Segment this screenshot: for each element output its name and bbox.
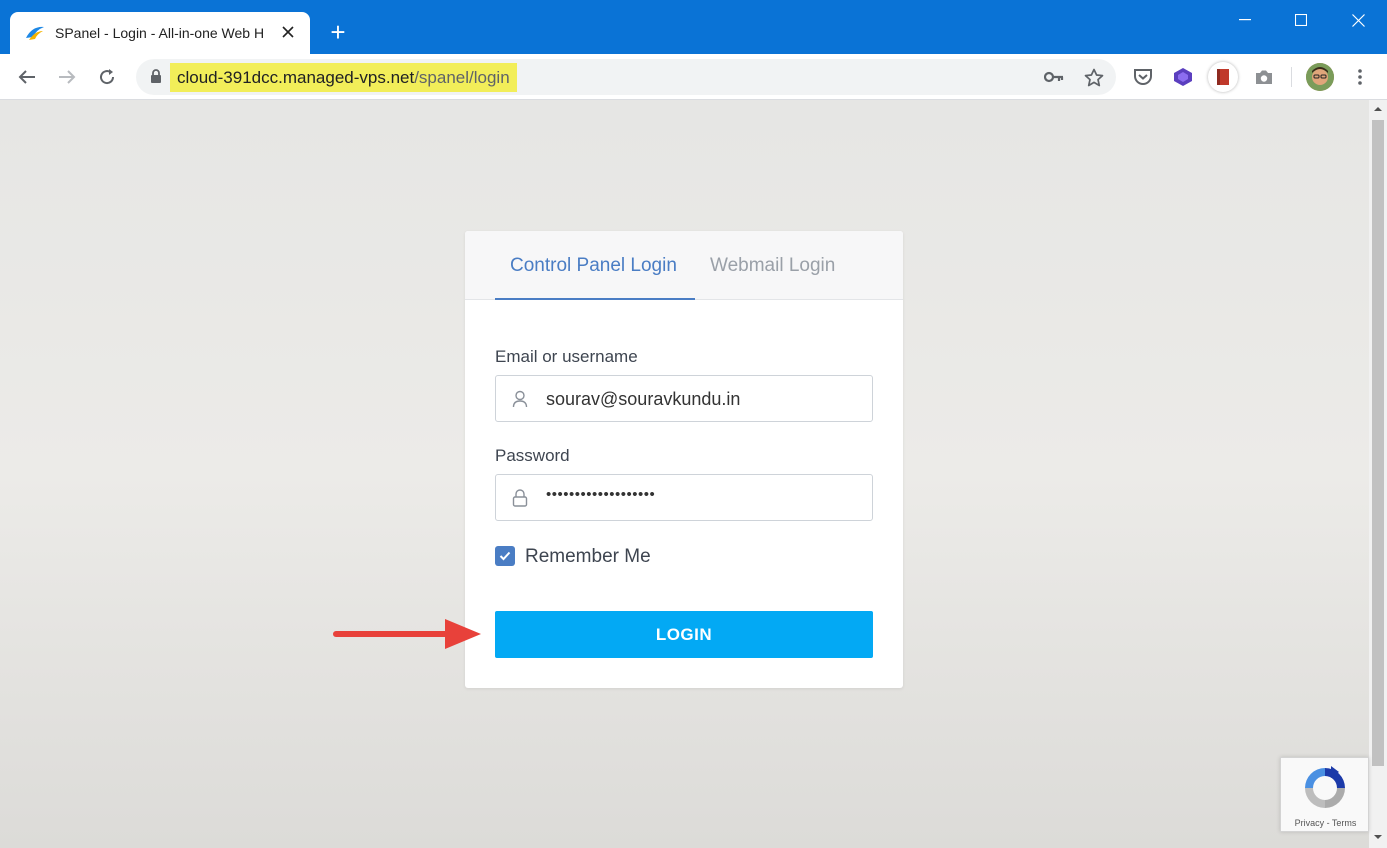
extension-purple-icon[interactable]	[1172, 66, 1194, 88]
password-value: •••••••••••••••••••	[546, 486, 656, 503]
bookmark-star-icon[interactable]	[1084, 67, 1104, 87]
browser-tab[interactable]: SPanel - Login - All-in-one Web H	[10, 12, 310, 54]
reload-icon[interactable]	[91, 61, 123, 93]
scroll-up-icon[interactable]	[1373, 106, 1383, 112]
recaptcha-logo-icon	[1305, 766, 1345, 808]
browser-titlebar: SPanel - Login - All-in-one Web H +	[0, 0, 1387, 54]
login-button[interactable]: LOGIN	[495, 611, 873, 658]
camera-extension-icon[interactable]	[1253, 66, 1275, 88]
scroll-thumb[interactable]	[1372, 120, 1384, 766]
url-host: cloud-391dcc.managed-vps.net	[177, 67, 415, 87]
remember-me-label[interactable]: Remember Me	[525, 546, 651, 568]
profile-avatar[interactable]	[1306, 63, 1334, 91]
active-tab-underline	[495, 298, 695, 300]
browser-menu-icon[interactable]	[1349, 66, 1371, 88]
email-label: Email or username	[495, 347, 638, 366]
close-window-icon[interactable]	[1335, 8, 1381, 32]
remember-me-checkbox[interactable]	[495, 546, 515, 566]
scroll-down-icon[interactable]	[1373, 834, 1383, 840]
browser-toolbar: cloud-391dcc.managed-vps.net/spanel/logi…	[0, 54, 1387, 100]
back-icon[interactable]	[11, 61, 43, 93]
new-tab-button[interactable]: +	[326, 19, 350, 45]
forward-icon[interactable]	[51, 61, 83, 93]
tab-close-icon[interactable]	[278, 22, 298, 42]
url-text[interactable]: cloud-391dcc.managed-vps.net/spanel/logi…	[170, 63, 517, 92]
password-field[interactable]: •••••••••••••••••••	[495, 474, 873, 521]
minimize-icon[interactable]	[1222, 8, 1268, 32]
lock-icon	[150, 69, 162, 89]
password-label: Password	[495, 446, 570, 465]
lock-icon	[510, 488, 530, 508]
checkmark-icon	[499, 551, 511, 561]
tab-title: SPanel - Login - All-in-one Web H	[55, 25, 265, 41]
tab-control-panel-login[interactable]: Control Panel Login	[510, 255, 677, 277]
recaptcha-privacy-terms[interactable]: Privacy - Terms	[1281, 818, 1370, 828]
key-icon[interactable]	[1044, 67, 1064, 87]
spanel-favicon-icon	[24, 22, 46, 44]
user-icon	[510, 389, 530, 409]
email-field[interactable]: sourav@souravkundu.in	[495, 375, 873, 422]
login-card: Control Panel Login Webmail Login Email …	[465, 231, 903, 688]
pocket-extension-icon[interactable]	[1132, 66, 1154, 88]
url-path: /spanel/login	[414, 67, 510, 87]
tab-webmail-login[interactable]: Webmail Login	[710, 255, 835, 277]
maximize-icon[interactable]	[1278, 8, 1324, 32]
extension-red-book-icon[interactable]	[1208, 62, 1238, 92]
annotation-arrow-icon	[333, 619, 481, 649]
recaptcha-badge[interactable]: Privacy - Terms	[1280, 757, 1369, 832]
login-tabs: Control Panel Login Webmail Login	[465, 231, 903, 300]
address-bar[interactable]: cloud-391dcc.managed-vps.net/spanel/logi…	[136, 59, 1116, 95]
toolbar-divider	[1291, 67, 1292, 87]
email-value: sourav@souravkundu.in	[546, 389, 741, 409]
page-scrollbar[interactable]	[1369, 100, 1387, 848]
